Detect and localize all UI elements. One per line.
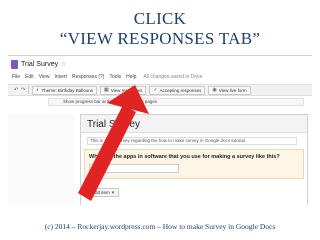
menu-item-view[interactable]: View [39,74,50,80]
menu-item-insert[interactable]: Insert [54,74,67,80]
theme-button[interactable]: ◐ Theme: Birthday Balloons [32,85,97,95]
view-live-form-label: View live form [218,87,247,93]
menu-item-file[interactable]: File [12,74,20,80]
chevron-down-icon: ▾ [111,189,115,196]
forms-logo-icon [11,60,18,69]
accepting-responses-label: Accepting responses [159,87,202,93]
saved-status: All changes saved in Drive [143,73,203,80]
form-header: Trial Survey [81,115,307,133]
undo-icon[interactable]: ↶ [14,87,18,93]
palette-icon: ◐ [36,87,40,93]
doc-title-row: Trial Survey ☆ [11,59,66,70]
doc-title[interactable]: Trial Survey [21,61,58,68]
add-item-label: Add item [92,190,110,195]
menu-item-help[interactable]: Help [126,74,136,80]
left-panel [8,114,74,205]
slide-title-line1: CLICK [133,9,187,28]
slide-title-line2: “VIEW RESPONSES TAB” [59,29,261,48]
redo-icon[interactable]: ↷ [21,87,25,93]
question-item[interactable]: What are the apps in software that you u… [84,149,304,179]
form-description[interactable]: This is a trial survey regarding the how… [87,137,297,145]
form-title[interactable]: Trial Survey [87,119,140,130]
view-responses-label: View responses [110,87,143,93]
star-icon[interactable]: ☆ [61,61,66,68]
menubar: File Edit View Insert Responses (?) Tool… [12,72,202,81]
view-responses-button[interactable]: ▦ View responses [99,85,147,95]
google-forms-screenshot: Trial Survey ☆ File Edit View Insert Res… [8,55,312,205]
toolbar-divider [28,86,30,94]
view-live-form-button[interactable]: ◉ View live form [208,85,251,95]
menu-item-edit[interactable]: Edit [25,74,34,80]
accepting-responses-button[interactable]: ✓ Accepting responses [149,85,206,95]
form-editor-card: Trial Survey This is a trial survey rega… [80,114,308,205]
menu-item-tools[interactable]: Tools [109,74,121,80]
add-item-button[interactable]: Add item ▾ [87,188,120,197]
toolbar: ↶ ↷ ◐ Theme: Birthday Balloons ▦ View re… [8,84,312,96]
theme-button-label: Theme: Birthday Balloons [41,87,93,93]
eye-icon: ◉ [212,87,217,93]
table-icon: ▦ [103,87,109,93]
check-icon: ✓ [153,87,158,93]
slide-title: CLICK “VIEW RESPONSES TAB” [0,9,320,49]
answer-input [89,164,179,173]
slide-footer: (c) 2014 – Rockerjay.wordpress.com – How… [44,222,276,231]
question-title: What are the apps in software that you u… [89,154,280,160]
progress-bar-option[interactable]: Show progress bar at the bottom of form … [48,98,304,106]
menu-item-responses[interactable]: Responses (?) [72,74,105,80]
